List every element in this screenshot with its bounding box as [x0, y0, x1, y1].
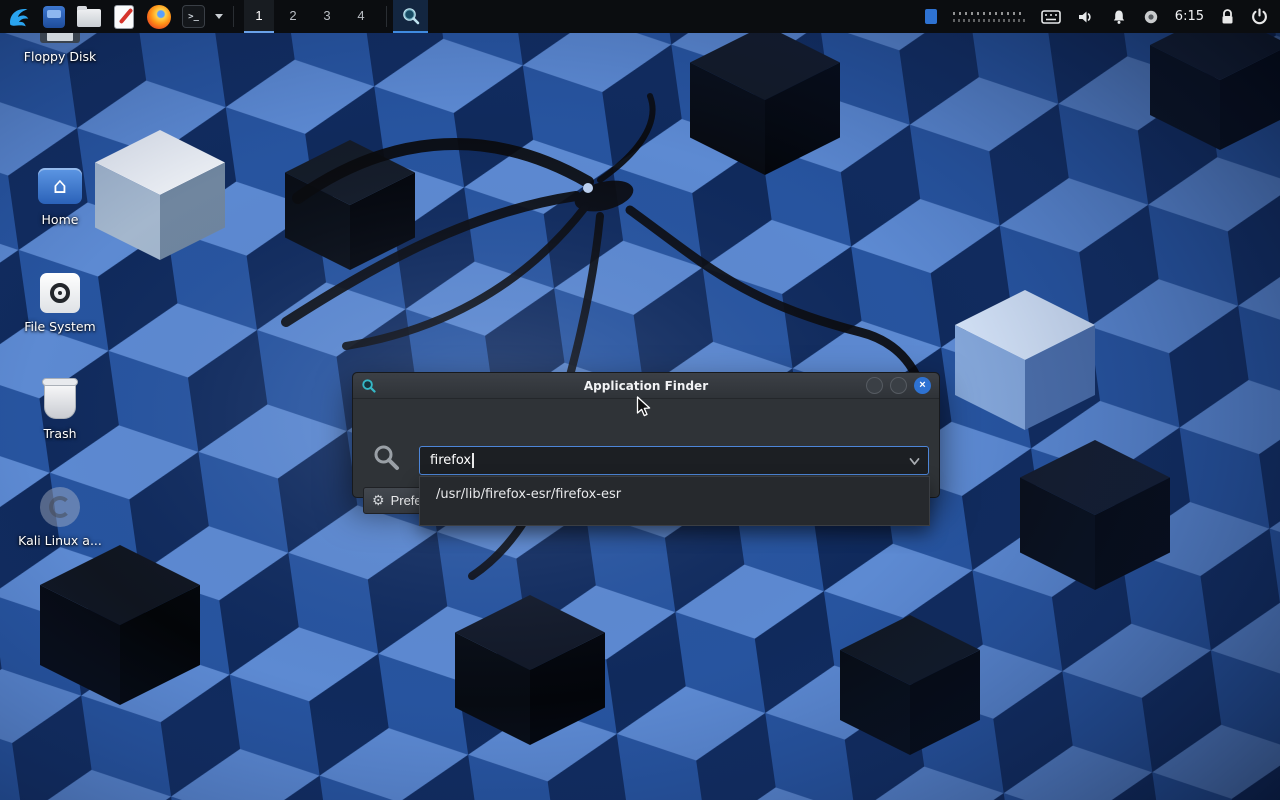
terminal-launcher[interactable]: >_	[176, 0, 211, 33]
minimize-button[interactable]	[866, 377, 883, 394]
workspace-1[interactable]: 1	[244, 0, 274, 33]
desktop-icon-file-system[interactable]: File System	[12, 270, 108, 334]
notifications-bell-icon[interactable]	[1111, 9, 1127, 25]
terminal-dropdown-button[interactable]	[211, 0, 227, 33]
file-manager-launcher[interactable]	[36, 0, 71, 33]
file-manager-icon	[43, 6, 65, 28]
desktop-icon-label: Trash	[12, 426, 108, 441]
window-app-icon	[361, 378, 376, 393]
maximize-button[interactable]	[890, 377, 907, 394]
keyboard-icon[interactable]	[1041, 10, 1061, 24]
search-icon	[401, 6, 421, 26]
text-editor-icon	[115, 6, 133, 28]
folder-launcher[interactable]	[71, 0, 106, 33]
desktop-icon-home[interactable]: ⌂ Home	[12, 163, 108, 227]
text-caret	[472, 453, 474, 468]
power-session-icon[interactable]	[1251, 8, 1268, 25]
desktop-icon-label: Floppy Disk	[12, 49, 108, 64]
workspace-2[interactable]: 2	[278, 0, 308, 33]
gear-icon: ⚙	[372, 492, 385, 509]
desktop-icon-label: File System	[12, 319, 108, 334]
dropdown-arrow-icon[interactable]	[909, 457, 920, 466]
window-titlebar[interactable]: Application Finder ×	[353, 373, 939, 399]
completion-dropdown: /usr/lib/firefox-esr/firefox-esr	[419, 476, 930, 526]
desktop-icon-kali-volume[interactable]: Kali Linux a...	[12, 484, 108, 548]
kali-menu-button[interactable]	[0, 0, 36, 33]
status-circle-icon[interactable]	[1143, 9, 1159, 25]
system-monitor-widget[interactable]	[953, 11, 1025, 23]
completion-item[interactable]: /usr/lib/firefox-esr/firefox-esr	[420, 477, 929, 512]
folder-icon	[77, 9, 101, 27]
firefox-icon	[147, 5, 171, 29]
search-input[interactable]: firefox	[419, 446, 929, 475]
text-editor-launcher[interactable]	[106, 0, 141, 33]
trash-bin-icon	[44, 381, 76, 419]
panel-separator	[386, 6, 387, 27]
system-tray: 6:15	[925, 0, 1280, 33]
firefox-launcher[interactable]	[141, 0, 176, 33]
desktop-icon-label: Kali Linux a...	[12, 533, 108, 548]
workspace-4[interactable]: 4	[346, 0, 376, 33]
search-input-value: firefox	[430, 453, 471, 468]
close-button[interactable]: ×	[914, 377, 931, 394]
top-panel: >_ 1 2 3 4	[0, 0, 1280, 33]
chevron-down-icon	[215, 14, 223, 19]
home-folder-icon: ⌂	[38, 168, 82, 204]
volume-icon[interactable]	[1077, 9, 1095, 25]
application-finder-taskbar-button[interactable]	[393, 0, 428, 33]
search-icon	[372, 443, 400, 471]
workspace-3[interactable]: 3	[312, 0, 342, 33]
application-finder-window: Application Finder × firefox ⚙ Preferenc…	[352, 372, 940, 498]
disc-volume-icon	[40, 487, 80, 527]
window-body: firefox ⚙ Preferences /usr/lib/firefox-e…	[353, 399, 939, 497]
panel-separator	[233, 6, 234, 27]
window-title: Application Finder	[353, 379, 939, 393]
tray-app-icon[interactable]	[925, 9, 937, 24]
clock[interactable]: 6:15	[1175, 9, 1204, 24]
workspace-switcher: 1 2 3 4	[240, 0, 380, 33]
lock-screen-icon[interactable]	[1220, 8, 1235, 25]
terminal-icon: >_	[182, 5, 205, 28]
desktop-icon-label: Home	[12, 212, 108, 227]
kali-logo-icon	[6, 5, 30, 29]
desktop-icon-trash[interactable]: Trash	[12, 377, 108, 441]
drive-icon	[40, 273, 80, 313]
